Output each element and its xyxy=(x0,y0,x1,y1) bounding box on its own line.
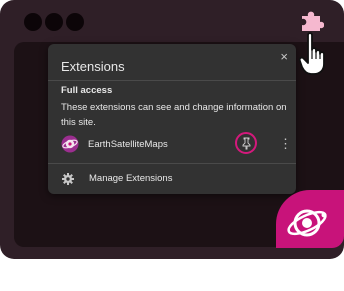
puzzle-icon[interactable] xyxy=(300,10,324,32)
earth-satellite-icon xyxy=(287,209,327,237)
pin-icon xyxy=(242,137,251,150)
window-dot xyxy=(66,13,84,31)
manage-extensions-button[interactable]: Manage Extensions xyxy=(61,173,289,187)
more-options-icon[interactable]: ⋮ xyxy=(279,135,292,153)
extension-name: EarthSatelliteMaps xyxy=(88,139,168,150)
popup-title: Extensions xyxy=(61,59,125,74)
full-access-heading: Full access xyxy=(61,85,113,96)
close-icon[interactable]: × xyxy=(280,50,288,64)
window-dot xyxy=(24,13,42,31)
extensions-popup: Extensions × Full access These extension… xyxy=(48,44,296,194)
full-access-description: These extensions can see and change info… xyxy=(61,102,287,128)
hand-cursor-icon xyxy=(299,32,325,75)
extension-row[interactable]: EarthSatelliteMaps ⋮ xyxy=(61,132,292,155)
window-dot xyxy=(45,13,63,31)
pin-button[interactable] xyxy=(235,132,257,154)
manage-extensions-label: Manage Extensions xyxy=(89,173,173,184)
divider xyxy=(48,80,296,81)
earth-satellite-icon xyxy=(61,135,79,153)
divider xyxy=(48,163,296,164)
gear-icon xyxy=(62,173,74,185)
